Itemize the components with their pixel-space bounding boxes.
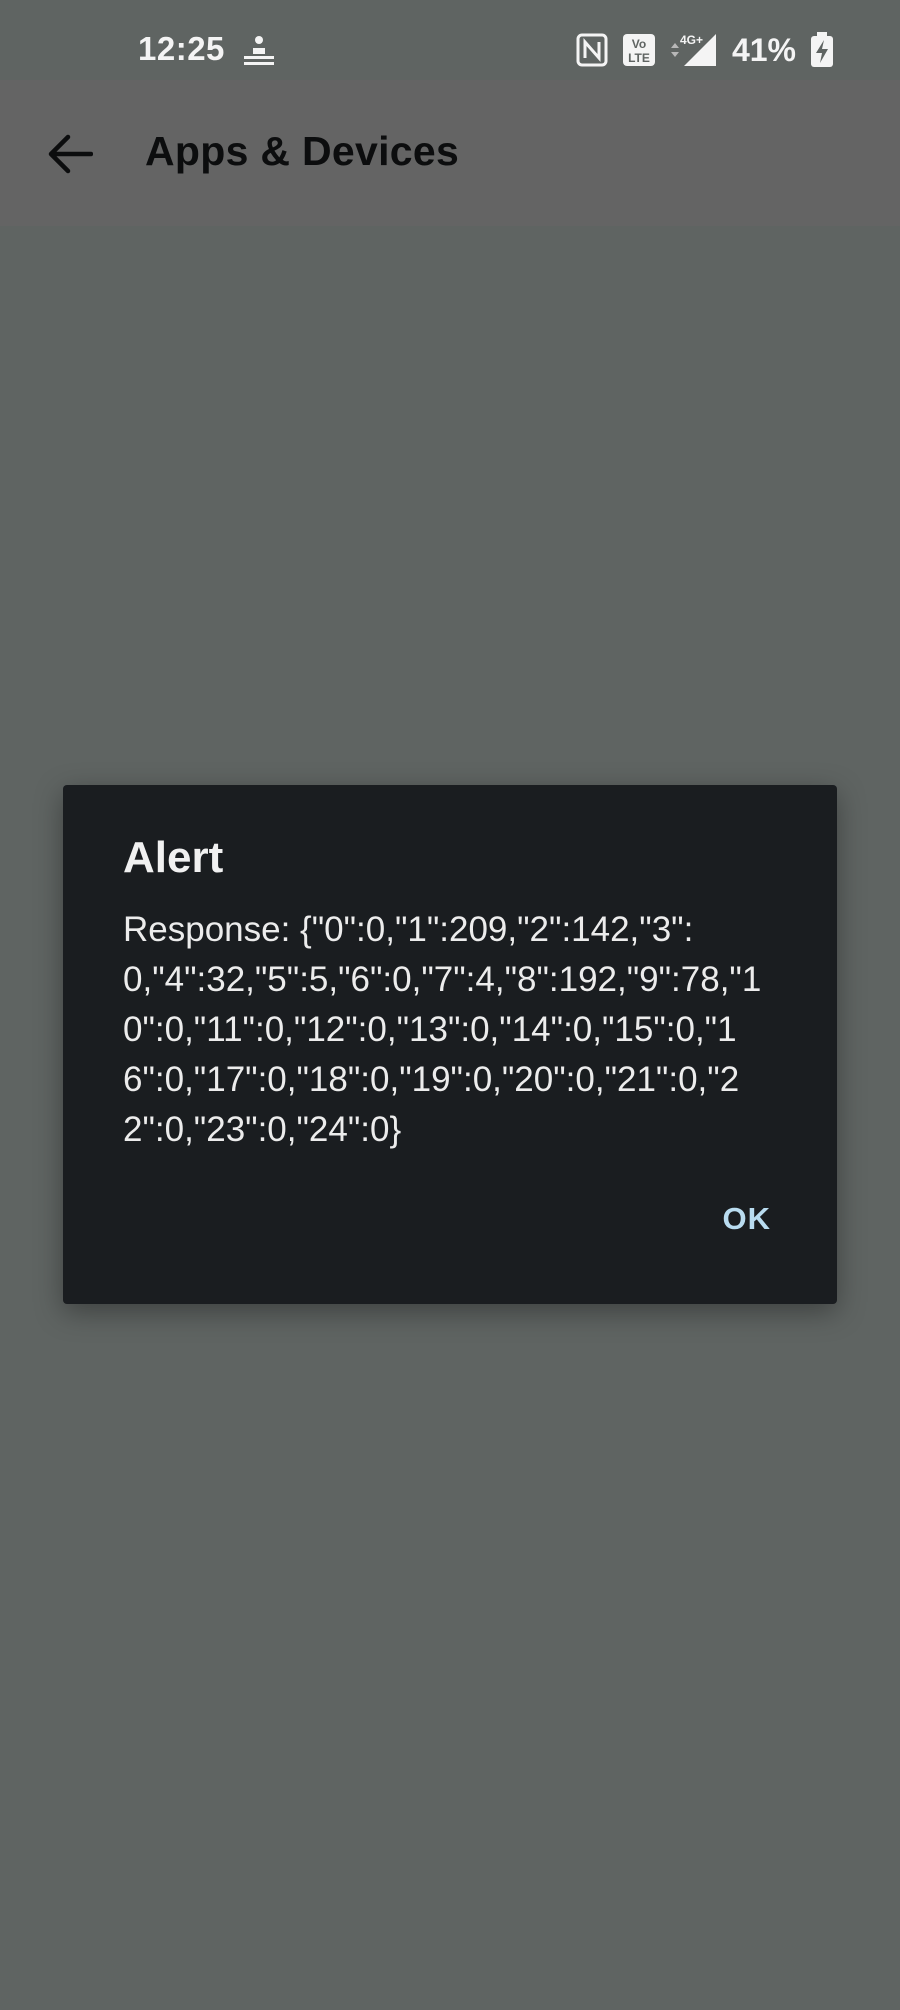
- status-time: 12:25: [138, 30, 225, 67]
- volte-icon: Vo LTE: [622, 33, 656, 67]
- arrow-back-icon: [47, 134, 94, 179]
- svg-text:LTE: LTE: [628, 51, 650, 65]
- svg-text:4G+: 4G+: [680, 33, 703, 47]
- battery-percent: 41%: [731, 31, 796, 68]
- dialog-message: Response: {"0":0,"1":209,"2":142,"3":0,"…: [123, 910, 762, 1149]
- back-button[interactable]: [34, 120, 106, 192]
- app-bar: Apps & Devices: [0, 80, 900, 226]
- battery-charging-icon: [810, 32, 834, 68]
- nfc-icon: [576, 33, 608, 67]
- status-icons: Vo LTE 4G+ 41%: [576, 30, 834, 70]
- signal-4g-icon: 4G+: [670, 32, 718, 68]
- svg-text:Vo: Vo: [632, 37, 646, 51]
- status-bar: 12:25 Vo LTE 4G+ 41%: [0, 0, 900, 80]
- page-title: Apps & Devices: [145, 128, 460, 174]
- government-app-icon: [240, 34, 278, 68]
- alert-dialog: Alert Response: {"0":0,"1":209,"2":142,"…: [63, 785, 837, 1304]
- ok-button[interactable]: OK: [723, 1197, 772, 1241]
- dialog-title: Alert: [123, 833, 224, 882]
